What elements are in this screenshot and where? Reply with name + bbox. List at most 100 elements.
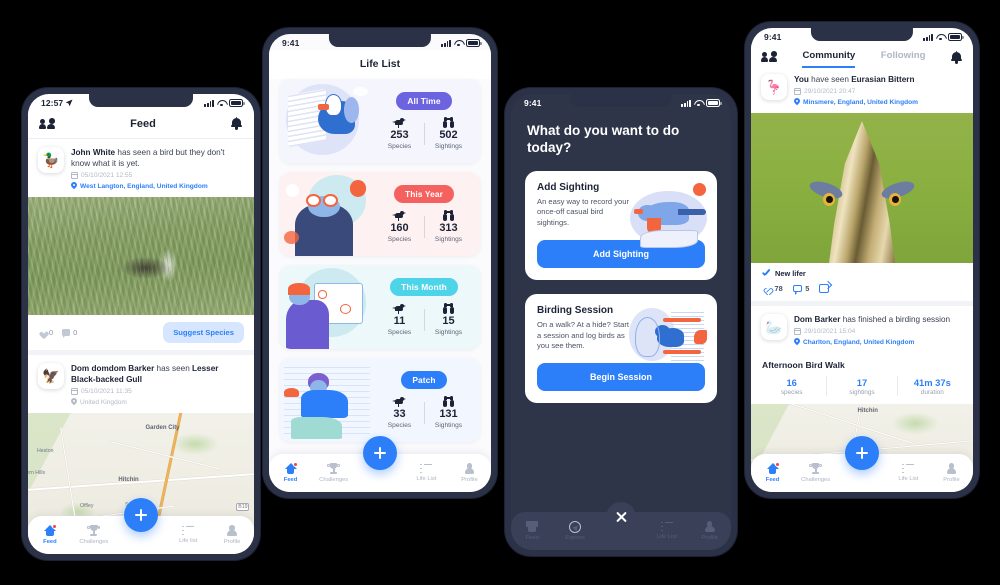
feed-post-2-header[interactable]: 🦅 Dom domdom Barker has seen Lesser Blac… bbox=[28, 355, 254, 414]
person-icon bbox=[227, 525, 238, 537]
add-button[interactable] bbox=[845, 436, 879, 470]
post-date-row: 05/10/2021 11:35 bbox=[71, 388, 244, 396]
like-group[interactable]: 0 bbox=[38, 328, 53, 337]
close-button[interactable] bbox=[606, 502, 636, 532]
bird-feeder-illustration bbox=[627, 304, 709, 376]
post-photo[interactable] bbox=[28, 197, 254, 316]
post-date-row: 29/10/2021 15:04 bbox=[794, 328, 963, 336]
post-place-row[interactable]: Charlton, England, United Kingdom bbox=[794, 338, 963, 346]
species-label: Species bbox=[387, 143, 412, 150]
stat-value: 41m 37s bbox=[913, 376, 951, 388]
comment-group[interactable]: 0 bbox=[62, 328, 77, 339]
people-icon[interactable] bbox=[761, 51, 778, 62]
tab-challenges[interactable]: Challenges bbox=[794, 463, 837, 484]
trophy-icon bbox=[809, 463, 823, 475]
cellular-icon bbox=[923, 33, 933, 41]
add-button[interactable] bbox=[124, 498, 158, 532]
badge[interactable]: This Year bbox=[394, 185, 454, 203]
map-label: Hitchin bbox=[118, 476, 139, 483]
tab-explore[interactable]: Explore bbox=[554, 520, 597, 541]
post-place-row[interactable]: West Langton, England, United Kingdom bbox=[71, 182, 244, 190]
session-stat: 17 sightings bbox=[827, 377, 896, 396]
binoculars-icon bbox=[442, 303, 455, 314]
like-group[interactable]: 78 bbox=[762, 284, 783, 293]
species-label: Species bbox=[387, 422, 412, 429]
post-place: Minsmere, England, United Kingdom bbox=[803, 98, 919, 106]
community-tab-bar: Community Following bbox=[751, 44, 973, 68]
life-list-card[interactable]: This Month 11 Species 15 Sightings bbox=[280, 265, 480, 349]
page-title: Life List bbox=[269, 50, 491, 79]
suggest-species-button[interactable]: Suggest Species bbox=[163, 322, 244, 344]
life-list-card[interactable]: All Time 253 Species 502 Sightings bbox=[280, 79, 480, 163]
prompt-title: What do you want to do today? bbox=[527, 123, 680, 156]
bell-icon[interactable] bbox=[231, 116, 242, 130]
tab-label: Challenges bbox=[801, 477, 831, 484]
wifi-icon bbox=[936, 34, 945, 41]
avatar: 🦢 bbox=[761, 314, 787, 341]
comment-group[interactable]: 5 bbox=[792, 284, 809, 295]
tab-profile[interactable]: Profile bbox=[210, 525, 254, 546]
tab-life-list[interactable]: Life List bbox=[405, 463, 448, 482]
tab-life-list[interactable]: Life List bbox=[887, 463, 930, 482]
status-time: 9:41 bbox=[524, 98, 542, 108]
tab-feed[interactable]: Feed bbox=[28, 523, 72, 545]
tab-label: Profile bbox=[223, 539, 241, 546]
post-text: Dom Barker has finished a birding sessio… bbox=[794, 314, 963, 325]
share-group[interactable] bbox=[819, 284, 830, 294]
badge[interactable]: All Time bbox=[396, 92, 452, 110]
add-button[interactable] bbox=[363, 436, 397, 470]
birding-session-card[interactable]: Birding Session On a walk? At a hide? St… bbox=[525, 293, 717, 404]
people-icon[interactable] bbox=[39, 118, 56, 129]
list-icon bbox=[902, 463, 915, 474]
post-place-row[interactable]: Minsmere, England, United Kingdom bbox=[794, 98, 963, 106]
calendar-icon bbox=[794, 88, 801, 96]
tab-challenges[interactable]: Challenges bbox=[72, 525, 116, 545]
tab-feed[interactable]: Feed bbox=[751, 461, 794, 483]
pin-icon bbox=[794, 98, 800, 106]
patch-illustration bbox=[280, 358, 374, 442]
tab-community[interactable]: Community bbox=[802, 50, 856, 68]
status-time: 9:41 bbox=[764, 32, 782, 42]
map-label: Hitchin bbox=[857, 407, 878, 414]
life-list-card[interactable]: Patch 33 Species 131 Sightings bbox=[280, 358, 480, 442]
calendar-illustration bbox=[280, 265, 374, 349]
tab-profile[interactable]: Profile bbox=[930, 463, 973, 484]
tab-life-list[interactable]: Life list bbox=[166, 525, 210, 544]
tab-feed[interactable]: Feed bbox=[511, 521, 554, 541]
tab-label: Profile bbox=[943, 477, 960, 484]
tab-profile[interactable]: Profile bbox=[448, 463, 491, 483]
pin-icon bbox=[794, 338, 800, 346]
tab-following[interactable]: Following bbox=[881, 50, 926, 68]
notch bbox=[570, 94, 672, 107]
binoculars-icon bbox=[442, 117, 455, 128]
tab-challenges[interactable]: Challenges bbox=[312, 463, 355, 483]
tab-label: Life List bbox=[656, 534, 677, 541]
tab-profile[interactable]: Profile bbox=[688, 521, 731, 541]
card-description: An easy way to record your once-off casu… bbox=[537, 196, 630, 228]
sightings-count: 502 bbox=[439, 129, 458, 141]
add-sighting-card[interactable]: Add Sighting An easy way to record your … bbox=[525, 170, 717, 280]
community-post-2-header[interactable]: 🦢 Dom Barker has finished a birding sess… bbox=[751, 306, 973, 354]
map-label: Heston bbox=[37, 448, 54, 455]
tab-life-list[interactable]: Life List bbox=[646, 521, 689, 541]
feed-post-1-header[interactable]: 🦆 John White has seen a bird but they do… bbox=[28, 139, 254, 198]
tab-feed[interactable]: Feed bbox=[269, 461, 312, 483]
sightings-count: 131 bbox=[439, 408, 458, 420]
species-count: 253 bbox=[390, 129, 409, 141]
battery-icon bbox=[466, 39, 482, 47]
stat-value: 16 bbox=[786, 376, 797, 388]
post-place-row[interactable]: United Kingdom bbox=[71, 398, 244, 406]
wifi-icon bbox=[454, 40, 463, 47]
avatar: 🦆 bbox=[38, 147, 64, 173]
badge[interactable]: This Month bbox=[390, 278, 458, 296]
eurasian-bittern-photo[interactable] bbox=[751, 113, 973, 264]
feed-navbar: Feed bbox=[28, 110, 254, 139]
sightings-stat: 131 Sightings bbox=[425, 396, 473, 429]
badge[interactable]: Patch bbox=[401, 371, 447, 389]
bell-icon[interactable] bbox=[950, 50, 962, 64]
life-list-card[interactable]: This Year 160 Species 313 Sightings bbox=[280, 172, 480, 256]
community-post-1-header[interactable]: 🦩 You have seen Eurasian Bittern 29/10/2… bbox=[751, 68, 973, 114]
post-text: You have seen Eurasian Bittern bbox=[794, 74, 963, 85]
species-label: Species bbox=[387, 329, 412, 336]
person-icon bbox=[464, 463, 475, 475]
